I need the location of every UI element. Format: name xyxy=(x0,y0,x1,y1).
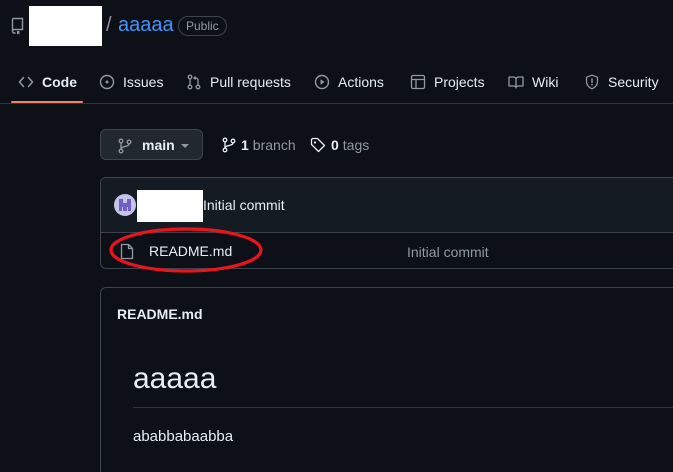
latest-commit-message[interactable]: Initial commit xyxy=(203,197,285,213)
repo-icon xyxy=(11,17,24,35)
path-separator: / xyxy=(106,14,112,36)
tab-pull-requests-label: Pull requests xyxy=(210,74,291,90)
tab-wiki[interactable]: Wiki xyxy=(508,72,558,92)
file-icon xyxy=(120,243,134,260)
current-branch-label: main xyxy=(142,137,175,153)
tab-code-label: Code xyxy=(42,74,77,90)
readme-panel: README.md aaaaa ababbabaabba xyxy=(100,287,673,472)
commit-author-redacted[interactable] xyxy=(137,190,203,222)
tabs-divider xyxy=(0,103,673,104)
tab-actions-label: Actions xyxy=(338,74,384,90)
tab-code[interactable]: Code xyxy=(18,72,77,92)
tab-projects[interactable]: Projects xyxy=(410,72,485,92)
code-icon xyxy=(18,76,34,88)
repo-name-link[interactable]: aaaaa xyxy=(118,14,174,37)
readme-heading: aaaaa xyxy=(133,362,217,395)
tab-wiki-label: Wiki xyxy=(532,74,559,90)
file-commit-message[interactable]: Initial commit xyxy=(407,244,489,260)
tab-issues[interactable]: Issues xyxy=(99,72,163,92)
github-repo-page: / aaaaa Public Code Issues Pull requests… xyxy=(0,0,673,472)
tag-count-label: tags xyxy=(342,137,370,153)
file-name-link[interactable]: README.md xyxy=(149,243,232,259)
table-icon xyxy=(410,74,426,90)
repo-header: / aaaaa Public xyxy=(0,0,673,52)
branch-selector-button[interactable]: main xyxy=(100,129,203,160)
play-icon xyxy=(314,74,330,90)
tab-actions[interactable]: Actions xyxy=(314,72,384,92)
branch-count: 1 xyxy=(241,137,249,153)
file-list: Initial commit README.md Initial commit xyxy=(100,177,673,269)
readme-title[interactable]: README.md xyxy=(117,306,203,322)
tag-count: 0 xyxy=(331,137,339,153)
branch-count-label: branch xyxy=(252,137,296,153)
shield-icon xyxy=(585,74,599,90)
pull-request-icon xyxy=(187,74,201,90)
chevron-down-icon xyxy=(181,144,189,148)
owner-name-redacted[interactable] xyxy=(29,6,102,46)
repo-nav-tabs: Code Issues Pull requests Actions Projec… xyxy=(0,60,673,104)
book-icon xyxy=(508,76,524,89)
branches-link[interactable]: 1 branch xyxy=(222,137,296,153)
tab-pull-requests[interactable]: Pull requests xyxy=(186,72,291,92)
tab-security-label: Security xyxy=(608,74,659,90)
latest-commit-row: Initial commit xyxy=(101,178,673,233)
tag-icon xyxy=(310,137,326,153)
tab-projects-label: Projects xyxy=(434,74,485,90)
identicon-icon xyxy=(119,199,131,211)
readme-heading-divider xyxy=(133,407,673,408)
tab-issues-label: Issues xyxy=(123,74,164,90)
readme-body-text: ababbabaabba xyxy=(133,428,234,445)
visibility-badge: Public xyxy=(178,16,227,36)
git-branch-icon xyxy=(118,138,132,154)
file-row[interactable]: README.md Initial commit xyxy=(101,233,673,268)
avatar[interactable] xyxy=(114,194,136,216)
git-branch-icon xyxy=(222,137,236,153)
tags-link[interactable]: 0 tags xyxy=(310,137,369,153)
issue-icon xyxy=(99,74,115,90)
tab-security[interactable]: Security xyxy=(584,72,659,92)
